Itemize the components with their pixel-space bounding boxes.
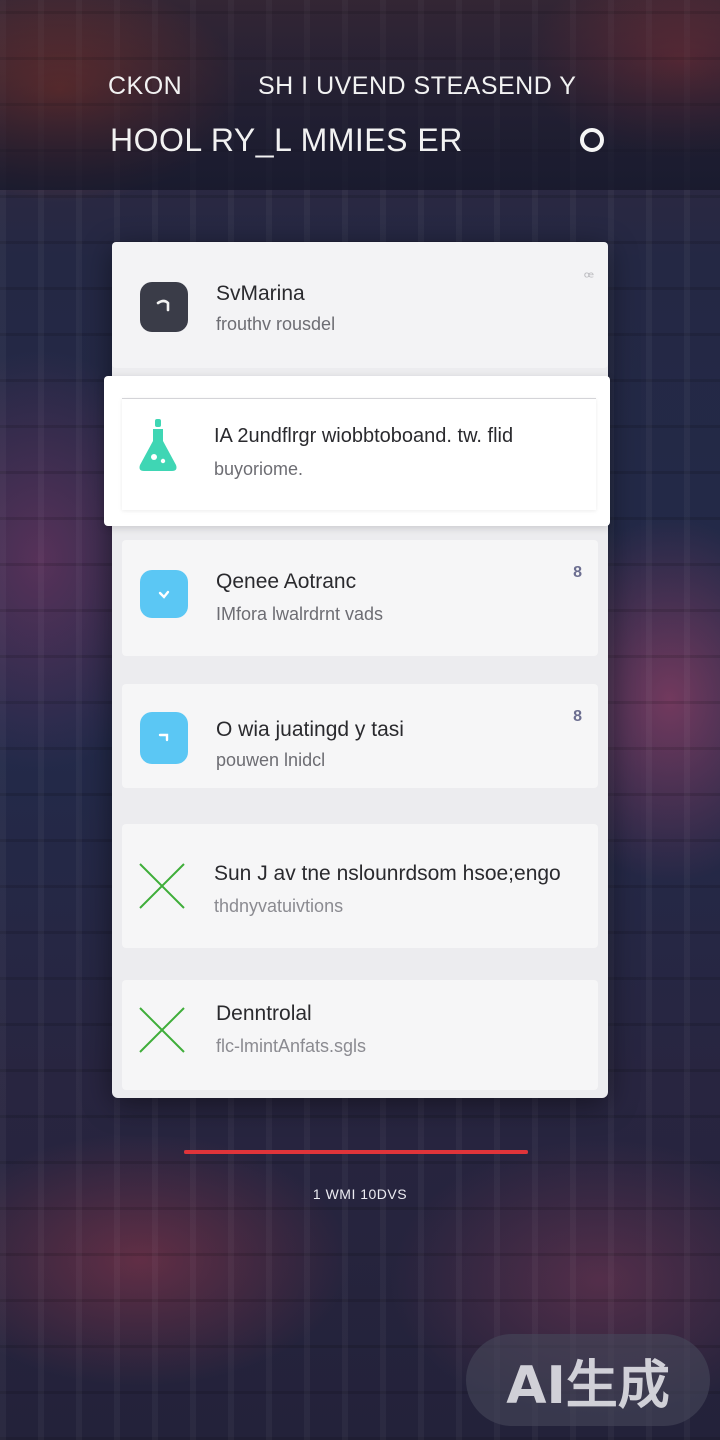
progress-fill <box>184 1150 528 1154</box>
notification-title: Qenee Aotranc <box>216 570 357 593</box>
notification-title: Sun J av tne nslounrdsom hsoe;engo <box>214 862 561 885</box>
notification-title: O wia juatingd y tasi <box>216 718 404 741</box>
footer-label: 1 WMI 10DVS <box>312 1186 408 1202</box>
notification-title: SvMarina <box>216 282 305 305</box>
header-line-1-right: SH I UVEND STEASEND Y <box>258 72 577 100</box>
corner-icon: ꟹ <box>583 270 594 287</box>
notification-card[interactable]: SvMarina frouthv rousdel ꟹ <box>112 242 608 368</box>
green-cross-icon <box>136 1004 188 1056</box>
notification-subtitle: frouthv rousdel <box>216 314 336 334</box>
header-line-1: CKON SH I UVEND STEASEND Y <box>108 72 608 101</box>
flask-icon <box>134 419 182 471</box>
notification-subtitle: IMfora lwalrdrnt vads <box>216 604 384 624</box>
header-line-1-left: CKON <box>108 72 183 100</box>
notification-subtitle: flc-lmintAnfats.sgls <box>216 1036 367 1056</box>
dark-rounded-icon <box>140 282 188 332</box>
notification-subtitle: pouwen lnidcl <box>216 750 326 770</box>
progress-bar <box>184 1150 528 1154</box>
corner-icon: 8 <box>573 564 582 581</box>
corner-icon: 8 <box>573 708 582 725</box>
circle-icon[interactable] <box>580 128 604 152</box>
header-line-2: HOOL RY_L MMIES ER <box>110 122 463 158</box>
notification-title: Denntrolal <box>216 1002 312 1025</box>
notification-subtitle: thdnyvatuivtions <box>214 896 344 916</box>
notification-card[interactable]: O wia juatingd y tasi pouwen lnidcl 8 <box>122 684 598 788</box>
notification-card-highlighted[interactable]: IA 2undflrgr wiobbtoboand. tw. flid buyo… <box>104 376 610 526</box>
notification-card[interactable]: Sun J av tne nslounrdsom hsoe;engo thdny… <box>122 824 598 948</box>
header: CKON SH I UVEND STEASEND Y HOOL RY_L MMI… <box>0 0 720 190</box>
green-cross-icon <box>136 860 188 912</box>
ai-generated-badge: AI生成 <box>466 1334 710 1426</box>
notification-panel: SvMarina frouthv rousdel ꟹ IA 2undflrgr … <box>104 242 610 1098</box>
notification-card-inner: IA 2undflrgr wiobbtoboand. tw. flid buyo… <box>122 398 596 510</box>
notification-title: IA 2undflrgr wiobbtoboand. tw. flid <box>214 425 514 447</box>
notification-card[interactable]: Qenee Aotranc IMfora lwalrdrnt vads 8 <box>122 540 598 656</box>
notification-subtitle: buyoriome. <box>214 459 304 479</box>
blue-check-icon <box>140 570 188 618</box>
blue-arrow-icon <box>140 712 188 764</box>
notification-card[interactable]: Denntrolal flc-lmintAnfats.sgls <box>122 980 598 1090</box>
